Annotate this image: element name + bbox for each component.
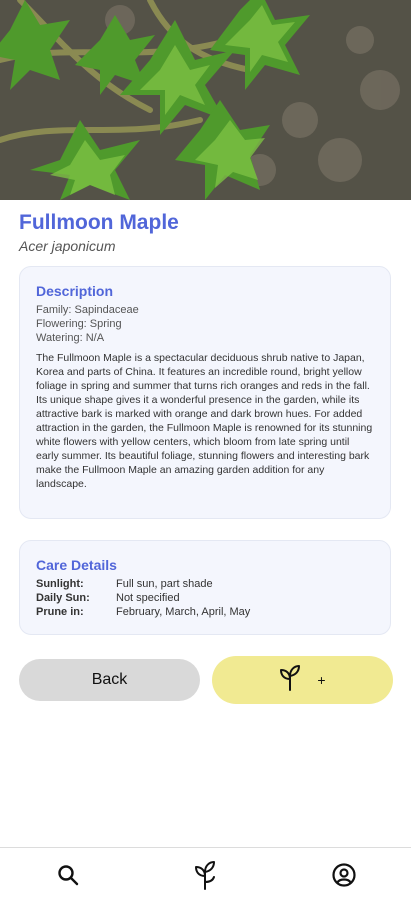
care-heading: Care Details	[36, 557, 117, 573]
care-row-sunlight: Sunlight: Full sun, part shade	[36, 577, 374, 591]
care-details-card: Care Details Sunlight: Full sun, part sh…	[19, 540, 391, 635]
plant-photo	[0, 0, 411, 200]
care-label: Daily Sun:	[36, 592, 90, 604]
care-row-prune: Prune in: February, March, April, May	[36, 605, 374, 619]
care-label: Prune in:	[36, 606, 84, 618]
care-label: Sunlight:	[36, 578, 84, 590]
back-button[interactable]: Back	[19, 659, 200, 701]
bottom-nav	[0, 847, 411, 897]
description-card: Description Family: Sapindaceae Flowerin…	[19, 266, 391, 519]
scientific-name: Acer japonicum	[19, 238, 116, 254]
profile-icon[interactable]	[332, 863, 356, 892]
flowering-text: Flowering: Spring	[36, 318, 122, 330]
care-value: Not specified	[116, 592, 180, 604]
add-plant-button[interactable]: +	[212, 656, 393, 704]
description-heading: Description	[36, 283, 114, 299]
watering-text: Watering: N/A	[36, 332, 105, 344]
family-text: Family: Sapindaceae	[36, 304, 139, 316]
care-value: February, March, April, May	[116, 606, 251, 618]
care-row-daily-sun: Daily Sun: Not specified	[36, 591, 374, 605]
sprout-icon	[279, 664, 301, 696]
plant-name: Fullmoon Maple	[19, 211, 179, 234]
description-text: The Fullmoon Maple is a spectacular deci…	[36, 352, 373, 490]
back-button-label: Back	[91, 671, 128, 688]
search-icon[interactable]	[57, 864, 79, 891]
care-value: Full sun, part shade	[116, 578, 213, 590]
add-button-label: +	[317, 672, 326, 688]
plant-icon[interactable]	[194, 860, 216, 895]
